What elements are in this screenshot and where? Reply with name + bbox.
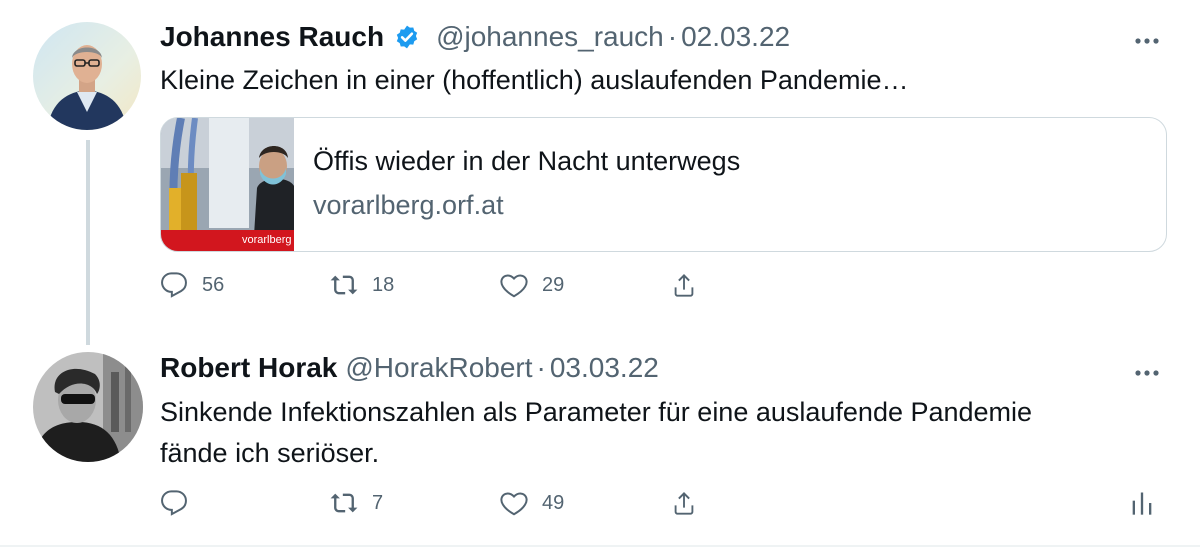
like-count: 29 [542,273,565,296]
card-thumb-caption: vorarlberg [242,234,292,246]
card-domain[interactable]: vorarlberg.orf.at [313,190,504,221]
retweet-button[interactable]: 18 [330,271,394,299]
retweet-button[interactable]: 7 [330,489,383,517]
tweet-1-header: Johannes Rauch @johannes_rauch · 02.03.2… [160,20,790,53]
retweet-count: 18 [372,273,395,296]
like-icon [500,274,528,298]
tweet-text-line-2: fände ich seriöser. [160,438,380,468]
share-icon [674,492,694,515]
verified-badge-icon [394,24,420,50]
avatar-robert-horak[interactable] [33,352,143,462]
card-title[interactable]: Öffis wieder in der Nacht unterwegs [313,146,740,177]
tweet-text-line-1: Sinkende Infektionszahlen als Parameter … [160,397,1033,427]
author-handle[interactable]: @johannes_rauch [436,21,664,53]
author-name[interactable]: Johannes Rauch [160,21,384,53]
reply-count: 56 [202,273,225,296]
reply-icon [161,490,187,516]
share-icon [674,274,694,297]
retweet-icon [330,275,358,295]
tweet-text: Kleine Zeichen in einer (hoffentlich) au… [160,65,909,95]
analytics-icon [1132,492,1152,515]
card-thumbnail-image: vorarlberg [161,118,294,251]
analytics-button[interactable] [1128,489,1156,517]
tweet-2-header: Robert Horak @HorakRobert · 03.03.22 [160,352,659,384]
reply-button[interactable]: 56 [160,271,224,299]
like-count: 49 [542,491,565,514]
share-button[interactable] [670,271,698,299]
reply-button[interactable] [160,489,188,517]
more-dots-icon[interactable] [1134,364,1160,382]
retweet-icon [330,493,358,513]
tweet-date[interactable]: 03.03.22 [550,352,659,384]
retweet-count: 7 [372,491,384,514]
like-button[interactable]: 29 [500,271,564,299]
thread-connector-line [86,140,90,345]
avatar-johannes-rauch[interactable] [33,22,141,130]
separator-dot: · [536,352,546,383]
separator-dot: · [667,21,678,52]
like-icon [500,492,528,516]
tweet-date[interactable]: 02.03.22 [681,21,790,53]
more-dots-icon[interactable] [1134,32,1160,50]
author-name[interactable]: Robert Horak [160,352,337,384]
reply-icon [161,272,187,298]
link-preview-card[interactable]: vorarlberg Öffis wieder in der Nacht unt… [160,117,1167,252]
like-button[interactable]: 49 [500,489,564,517]
author-handle[interactable]: @HorakRobert [345,352,532,384]
share-button[interactable] [670,489,698,517]
